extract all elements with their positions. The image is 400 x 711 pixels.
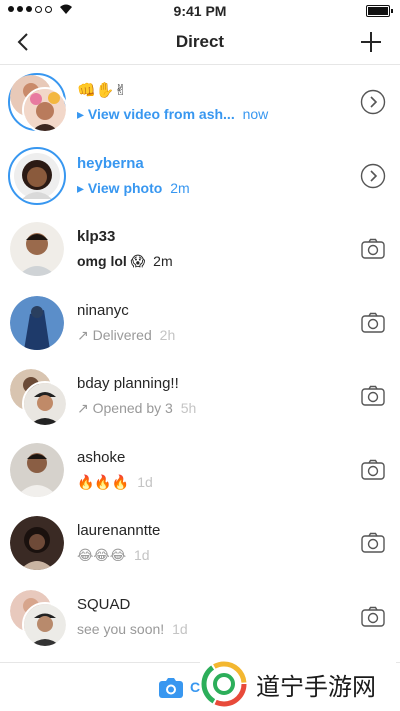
thread-preview-text: 🔥🔥🔥	[77, 473, 130, 490]
avatar	[10, 295, 64, 350]
thread-preview: 😂😂😂 1d	[77, 547, 150, 564]
thread-row-bday-planning[interactable]: bday planning!! ↗ Opened by 3 5h	[0, 359, 400, 433]
thread-name: 👊✋✌	[77, 82, 127, 99]
thread-row-heyberna[interactable]: heyberna ▸ View photo 2m	[0, 139, 400, 213]
camera-icon[interactable]	[360, 236, 386, 262]
thread-time: 1d	[137, 473, 153, 490]
avatar	[10, 442, 64, 497]
status-bar: 9:41 PM	[0, 0, 400, 22]
avatar-photo	[10, 442, 64, 497]
thread-name: heyberna	[77, 154, 144, 172]
thread-preview: ↗ Opened by 3 5h	[77, 400, 196, 417]
camera-icon[interactable]	[158, 677, 184, 699]
thread-list: 👊✋✌ ▸ View video from ash... now heybern…	[0, 65, 400, 653]
new-message-plus-icon[interactable]	[358, 29, 384, 55]
thread-time: 1d	[172, 620, 188, 637]
thread-time: now	[242, 106, 269, 122]
thread-time: 2m	[153, 253, 173, 269]
thread-preview-text: 😂😂😂	[77, 547, 127, 563]
thread-time: 2h	[159, 326, 176, 343]
thread-preview-text: see you soon!	[77, 620, 165, 637]
thread-preview: omg lol 😱 2m	[77, 253, 173, 270]
thread-preview-text: ▸ View photo	[77, 179, 163, 196]
thread-name: klp33	[77, 228, 116, 245]
watermark-logo-icon	[201, 661, 247, 707]
group-avatar	[10, 589, 68, 648]
avatar-photo	[10, 295, 64, 350]
thread-time: 1d	[133, 547, 150, 563]
avatar-photo	[14, 152, 60, 199]
camera-icon[interactable]	[360, 310, 386, 336]
thread-preview: ▸ View photo 2m	[77, 180, 190, 197]
thread-preview: see you soon! 1d	[77, 621, 188, 637]
group-avatar	[10, 369, 68, 427]
group-avatar	[8, 73, 68, 133]
battery-icon	[366, 5, 393, 17]
thread-preview: 🔥🔥🔥 1d	[77, 474, 153, 491]
camera-icon[interactable]	[360, 530, 386, 556]
thread-row-laurenanntte[interactable]: laurenanntte 😂😂😂 1d	[0, 506, 400, 580]
thread-name: laurenanntte	[77, 522, 161, 539]
camera-label[interactable]: C	[190, 679, 200, 695]
thread-row-klp33[interactable]: klp33 omg lol 😱 2m	[0, 212, 400, 286]
thread-name: bday planning!!	[77, 375, 179, 392]
camera-icon[interactable]	[360, 383, 386, 409]
avatar	[10, 222, 64, 276]
avatar-front	[22, 87, 68, 133]
thread-preview-text: ↗ Opened by 3	[77, 400, 173, 416]
thread-preview-text: omg lol 😱	[77, 253, 146, 269]
thread-row-squad[interactable]: SQUAD see you soon! 1d	[0, 580, 400, 654]
thread-name: SQUAD	[77, 595, 131, 613]
status-time: 9:41 PM	[173, 3, 227, 19]
site-watermark: 道宁手游网	[200, 657, 396, 711]
thread-preview-text: ▸ View video from ash...	[77, 106, 235, 122]
navigation-bar: Direct	[0, 22, 400, 65]
thread-row-group-video[interactable]: 👊✋✌ ▸ View video from ash... now	[0, 65, 400, 139]
thread-name: ashoke	[77, 448, 126, 466]
thread-preview: ↗ Delivered 2h	[77, 327, 175, 344]
thread-row-ashoke[interactable]: ashoke 🔥🔥🔥 1d	[0, 433, 400, 507]
avatar	[8, 146, 66, 205]
thread-time: 5h	[180, 400, 197, 416]
camera-icon[interactable]	[360, 604, 386, 630]
avatar-photo	[10, 516, 64, 570]
chevron-right-circle-icon[interactable]	[360, 163, 386, 189]
watermark-text: 道宁手游网	[256, 672, 376, 701]
thread-name: ninanyc	[77, 301, 129, 319]
avatar-front	[22, 601, 68, 648]
thread-preview: ▸ View video from ash... now	[77, 106, 268, 123]
thread-time: 2m	[170, 179, 190, 196]
page-title: Direct	[175, 32, 225, 51]
avatar-front	[22, 381, 68, 427]
thread-row-ninanyc[interactable]: ninanyc ↗ Delivered 2h	[0, 286, 400, 360]
thread-preview-text: ↗ Delivered	[77, 326, 152, 343]
avatar-photo	[10, 222, 64, 276]
chevron-right-circle-icon[interactable]	[360, 89, 386, 115]
avatar	[10, 516, 64, 570]
camera-icon[interactable]	[360, 457, 386, 483]
